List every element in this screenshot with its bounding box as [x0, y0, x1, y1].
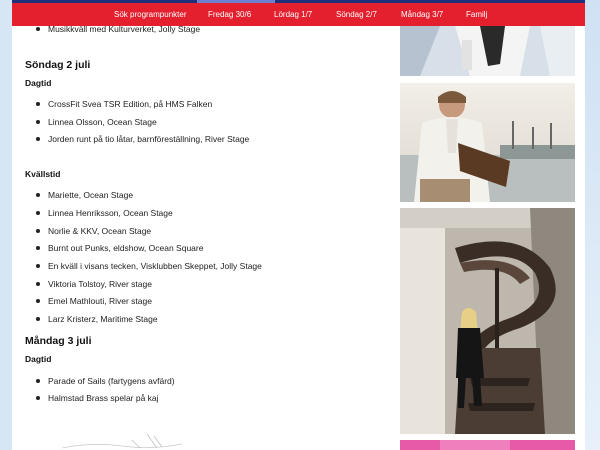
page-background-right	[585, 0, 600, 450]
list-item: Halmstad Brass spelar på kaj	[36, 393, 159, 403]
artist-photo-2	[400, 83, 575, 202]
list-item: En kväll i visans tecken, Visklubben Ske…	[36, 261, 262, 271]
list-item: Musikkväll med Kulturverket, Jolly Stage	[35, 24, 201, 34]
section-label-daytime: Dagtid	[25, 78, 52, 88]
list-item: Parade of Sails (fartygens avfärd)	[36, 376, 175, 386]
section-label-evening: Kvällstid	[25, 169, 61, 179]
list-item: Viktoria Tolstoy, River stage	[36, 279, 152, 289]
list-item: Larz Kristerz, Maritime Stage	[36, 314, 158, 324]
artist-photo-4	[400, 440, 575, 450]
page-background-left	[0, 0, 12, 450]
nav-item-family[interactable]: Familj	[466, 10, 487, 19]
list-item: Jorden runt på tio låtar, barnföreställn…	[35, 134, 250, 144]
list-item: Mariette, Ocean Stage	[35, 190, 134, 200]
list-item: Linnea Olsson, Ocean Stage	[36, 117, 157, 127]
nav-item-monday[interactable]: Måndag 3/7	[401, 10, 443, 19]
day-heading-sunday: Söndag 2 juli	[25, 59, 91, 71]
day-heading-monday: Måndag 3 juli	[25, 335, 92, 347]
schedule-content: Musikkväll med Kulturverket, Jolly Stage…	[25, 0, 395, 450]
artist-photo-1	[400, 26, 575, 76]
list-item: Emel Mathlouti, River stage	[36, 296, 152, 306]
page-container: Sök programpunkter Fredag 30/6 Lördag 1/…	[12, 0, 585, 450]
artist-photo-3	[400, 208, 575, 434]
list-item: CrossFit Svea TSR Edition, på HMS Falken	[35, 99, 213, 109]
section-label-daytime: Dagtid	[25, 354, 52, 364]
list-item: Norlie & KKV, Ocean Stage	[35, 226, 152, 236]
decorative-sketch	[62, 433, 182, 449]
list-item: Linnea Henriksson, Ocean Stage	[36, 208, 173, 218]
list-item: Burnt out Punks, eldshow, Ocean Square	[35, 243, 204, 253]
